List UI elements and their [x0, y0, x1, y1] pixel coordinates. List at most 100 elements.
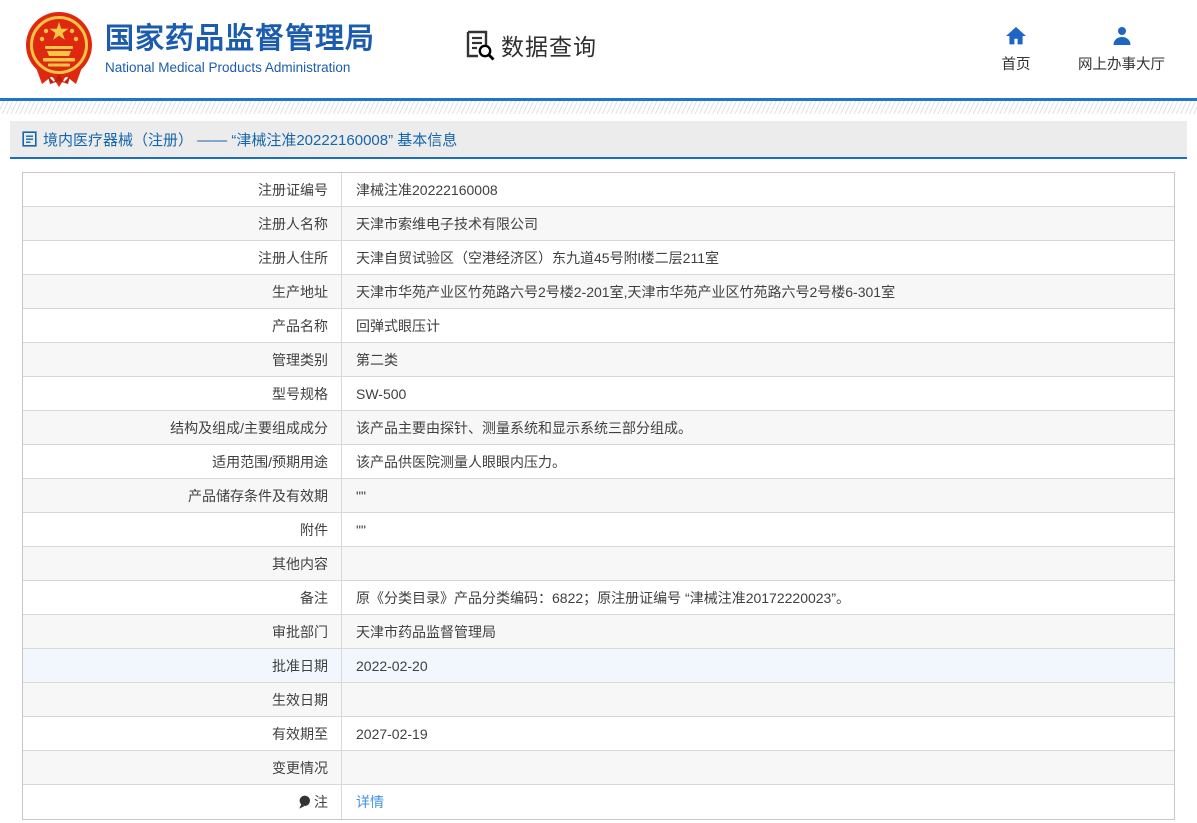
row-value-text: 天津市药品监督管理局	[356, 622, 496, 642]
row-label: 变更情况	[23, 751, 342, 784]
row-value-text: 该产品主要由探针、测量系统和显示系统三部分组成。	[356, 418, 692, 438]
row-value-text: 天津市索维电子技术有限公司	[356, 214, 538, 234]
row-label-text: 适用范围/预期用途	[212, 452, 328, 472]
row-value-text: SW-500	[356, 386, 406, 402]
row-label: 产品储存条件及有效期	[23, 479, 342, 512]
row-label-text: 有效期至	[272, 724, 328, 744]
row-value-text: 2022-02-20	[356, 658, 428, 674]
row-value-text: 该产品供医院测量人眼眼内压力。	[356, 452, 566, 472]
site-title: 国家药品监督管理局	[105, 23, 375, 56]
row-value	[342, 683, 1174, 716]
row-label: 备注	[23, 581, 342, 614]
table-row: 结构及组成/主要组成成分 该产品主要由探针、测量系统和显示系统三部分组成。	[23, 411, 1174, 445]
row-label: 生效日期	[23, 683, 342, 716]
row-value: 津械注准20222160008	[342, 173, 1174, 206]
row-value-text: 2027-02-19	[356, 726, 428, 742]
row-label-text: 备注	[300, 588, 328, 608]
info-table: 注册证编号 津械注准20222160008 注册人名称 天津市索维电子技术有限公…	[22, 172, 1175, 820]
row-value-text: 第二类	[356, 350, 398, 370]
national-emblem-icon	[22, 10, 96, 88]
row-value: 该产品主要由探针、测量系统和显示系统三部分组成。	[342, 411, 1174, 444]
row-value	[342, 751, 1174, 784]
row-label: 管理类别	[23, 343, 342, 376]
row-value: 回弹式眼压计	[342, 309, 1174, 342]
row-label-text: 审批部门	[272, 622, 328, 642]
main-content: 境内医疗器械（注册） —— “津械注准20222160008” 基本信息 注册证…	[0, 114, 1197, 820]
table-row: 注 详情	[23, 785, 1174, 819]
row-value-text: ""	[356, 522, 366, 538]
hatch-pattern-strip	[0, 101, 1197, 114]
row-value-text: ""	[356, 488, 366, 504]
row-label-text: 其他内容	[272, 554, 328, 574]
table-row: 产品储存条件及有效期 ""	[23, 479, 1174, 513]
row-label: 注	[23, 785, 342, 819]
row-label: 审批部门	[23, 615, 342, 648]
user-icon	[1110, 24, 1134, 48]
row-label-text: 注册人名称	[258, 214, 328, 234]
row-value: 天津市华苑产业区竹苑路六号2号楼2-201室,天津市华苑产业区竹苑路六号2号楼6…	[342, 275, 1174, 308]
row-value: 详情	[342, 785, 1174, 819]
row-label-text: 注册证编号	[258, 180, 328, 200]
table-row: 备注 原《分类目录》产品分类编码：6822；原注册证编号 “津械注准201722…	[23, 581, 1174, 615]
details-link[interactable]: 详情	[356, 792, 384, 812]
table-row: 批准日期 2022-02-20	[23, 649, 1174, 683]
row-label: 有效期至	[23, 717, 342, 750]
nav-label: 网上办事大厅	[1078, 53, 1165, 74]
row-label: 注册证编号	[23, 173, 342, 206]
row-label-text: 批准日期	[272, 656, 328, 676]
row-value: 天津市药品监督管理局	[342, 615, 1174, 648]
row-label: 结构及组成/主要组成成分	[23, 411, 342, 444]
home-icon	[1004, 24, 1028, 48]
row-label-text: 型号规格	[272, 384, 328, 404]
table-row: 适用范围/预期用途 该产品供医院测量人眼眼内压力。	[23, 445, 1174, 479]
row-value: ""	[342, 513, 1174, 546]
row-label-text: 注册人住所	[258, 248, 328, 268]
table-row: 管理类别 第二类	[23, 343, 1174, 377]
nmpa-logo[interactable]: 国家药品监督管理局 National Medical Products Admi…	[22, 10, 375, 88]
table-row: 产品名称 回弹式眼压计	[23, 309, 1174, 343]
row-label-text: 变更情况	[272, 758, 328, 778]
table-row: 有效期至 2027-02-19	[23, 717, 1174, 751]
table-row: 生产地址 天津市华苑产业区竹苑路六号2号楼2-201室,天津市华苑产业区竹苑路六…	[23, 275, 1174, 309]
row-label: 型号规格	[23, 377, 342, 410]
nav-item-home[interactable]: 首页	[992, 24, 1040, 74]
row-label: 注册人住所	[23, 241, 342, 274]
row-label: 批准日期	[23, 649, 342, 682]
row-value: ""	[342, 479, 1174, 512]
table-row: 注册证编号 津械注准20222160008	[23, 173, 1174, 207]
data-query-label: 数据查询	[501, 28, 597, 62]
row-value: 该产品供医院测量人眼眼内压力。	[342, 445, 1174, 478]
row-value: 2022-02-20	[342, 649, 1174, 682]
document-search-icon	[463, 29, 495, 61]
row-value: 天津市索维电子技术有限公司	[342, 207, 1174, 240]
row-value-text: 津械注准20222160008	[356, 180, 498, 200]
row-label-text: 管理类别	[272, 350, 328, 370]
row-value: 第二类	[342, 343, 1174, 376]
table-row: 附件 ""	[23, 513, 1174, 547]
row-value: 2027-02-19	[342, 717, 1174, 750]
row-label-text: 产品名称	[272, 316, 328, 336]
logo-text: 国家药品监督管理局 National Medical Products Admi…	[105, 23, 375, 74]
row-label: 其他内容	[23, 547, 342, 580]
row-label: 适用范围/预期用途	[23, 445, 342, 478]
row-value-text: 天津自贸试验区（空港经济区）东九道45号附l楼二层211室	[356, 248, 719, 268]
row-value: SW-500	[342, 377, 1174, 410]
row-value-text: 天津市华苑产业区竹苑路六号2号楼2-201室,天津市华苑产业区竹苑路六号2号楼6…	[356, 282, 895, 302]
breadcrumb: 境内医疗器械（注册） —— “津械注准20222160008” 基本信息	[10, 121, 1187, 159]
row-label: 产品名称	[23, 309, 342, 342]
row-label-text: 生效日期	[272, 690, 328, 710]
document-icon	[22, 131, 37, 147]
row-value-text: 原《分类目录》产品分类编码：6822；原注册证编号 “津械注准201722200…	[356, 588, 850, 608]
row-label-text: 结构及组成/主要组成成分	[170, 418, 328, 438]
table-row: 其他内容	[23, 547, 1174, 581]
bulb-icon	[298, 795, 311, 810]
row-label-text: 注	[314, 792, 328, 812]
table-row: 注册人名称 天津市索维电子技术有限公司	[23, 207, 1174, 241]
data-query-section[interactable]: 数据查询	[463, 28, 597, 62]
row-value	[342, 547, 1174, 580]
table-row: 审批部门 天津市药品监督管理局	[23, 615, 1174, 649]
nav-item-service-hall[interactable]: 网上办事大厅	[1078, 24, 1165, 74]
row-label-text: 产品储存条件及有效期	[188, 486, 328, 506]
row-label-text: 生产地址	[272, 282, 328, 302]
row-label: 附件	[23, 513, 342, 546]
